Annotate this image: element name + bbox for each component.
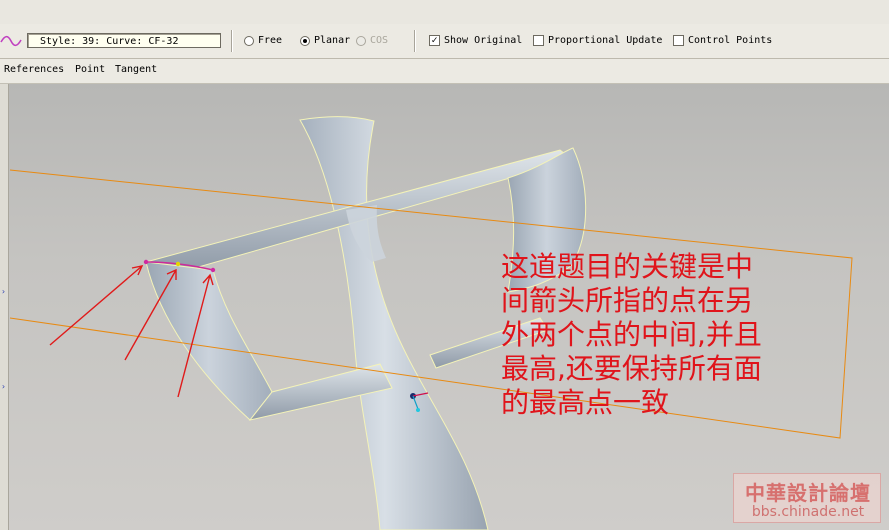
annotation-line: 这道题目的关键是中 (501, 250, 754, 283)
control-points-label[interactable]: Control Points (688, 35, 772, 47)
annotation-text: 这道题目的关键是中 间箭头所指的点在另 外两个点的中间,并且 最高,还要保持所有… (501, 250, 841, 420)
left-leg-surface (145, 261, 273, 421)
curve-icon[interactable] (0, 33, 22, 49)
menu-tangent[interactable]: Tangent (115, 64, 157, 75)
planar-radio[interactable] (300, 36, 310, 46)
annotation-line: 外两个点的中间,并且 (501, 318, 762, 351)
curve-point-middle (175, 261, 181, 267)
annotation-line: 最高,还要保持所有面 (501, 352, 762, 385)
free-radio-label[interactable]: Free (258, 35, 282, 47)
check-icon: ✓ (431, 35, 438, 46)
cos-radio[interactable] (356, 36, 366, 46)
menu-point[interactable]: Point (75, 64, 105, 75)
free-radio[interactable] (244, 36, 254, 46)
dashboard-menu: References Point Tangent (0, 59, 889, 84)
cos-radio-label: COS (370, 35, 389, 46)
show-original-checkbox[interactable]: ✓ (429, 35, 440, 46)
planar-radio-label[interactable]: Planar (314, 35, 350, 47)
arrow-right-icon[interactable]: › (1, 382, 6, 391)
annotation-line: 间箭头所指的点在另 (501, 284, 754, 317)
menu-references[interactable]: References (4, 64, 64, 75)
show-original-label[interactable]: Show Original (444, 35, 522, 47)
toolbar-separator (414, 30, 416, 52)
style-toolbar: Style: 39: Curve: CF-32 Free Planar COS … (0, 24, 889, 59)
annotation-line: 的最高点一致 (501, 386, 670, 419)
left-rail[interactable]: › › (0, 84, 9, 530)
watermark-title: 中華設計論壇 (745, 481, 871, 505)
control-points-checkbox[interactable] (673, 35, 684, 46)
top-strip (0, 0, 889, 25)
curve-point-left (143, 259, 149, 265)
toolbar-separator (231, 30, 233, 52)
watermark-url: bbs.chinade.net (751, 504, 865, 520)
proportional-update-checkbox[interactable] (533, 35, 544, 46)
proportional-update-label[interactable]: Proportional Update (548, 35, 662, 47)
style-curve-field[interactable]: Style: 39: Curve: CF-32 (27, 33, 221, 48)
graphics-viewport[interactable]: 这道题目的关键是中 间箭头所指的点在另 外两个点的中间,并且 最高,还要保持所有… (9, 84, 889, 530)
curve-point-right (210, 267, 216, 273)
arrow-right-icon[interactable]: › (1, 287, 6, 296)
site-watermark: 中華設計論壇 bbs.chinade.net (733, 473, 881, 523)
